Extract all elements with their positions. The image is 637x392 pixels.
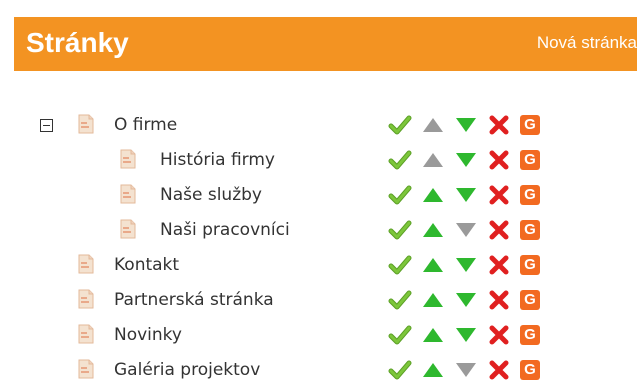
google-icon[interactable]: G — [520, 185, 540, 205]
google-letter: G — [524, 186, 536, 203]
checkmark-icon[interactable] — [388, 148, 412, 172]
google-icon[interactable]: G — [520, 360, 540, 380]
checkmark-icon[interactable] — [388, 218, 412, 242]
google-letter: G — [524, 151, 536, 168]
page-actions: G — [388, 183, 588, 207]
page-icon — [78, 359, 94, 379]
checkmark-icon[interactable] — [388, 288, 412, 312]
checkmark-icon[interactable] — [388, 323, 412, 347]
google-letter: G — [524, 221, 536, 238]
page-icon — [78, 114, 94, 134]
page-row: Novinky G — [0, 322, 637, 357]
page-row: Naši pracovníci G — [0, 217, 637, 252]
google-letter: G — [524, 361, 536, 378]
google-letter: G — [524, 326, 536, 343]
google-letter: G — [524, 256, 536, 273]
delete-icon[interactable] — [487, 323, 511, 347]
google-icon[interactable]: G — [520, 325, 540, 345]
page-row: O firme G — [0, 112, 637, 147]
checkmark-icon[interactable] — [388, 358, 412, 382]
arrow-up-icon — [421, 113, 445, 137]
page-icon — [120, 184, 136, 204]
page-row: Partnerská stránka G — [0, 287, 637, 322]
page-tree: O firme G História firmy G Naše služby G Naši … — [0, 112, 637, 392]
page-icon — [78, 324, 94, 344]
arrow-down-icon[interactable] — [454, 148, 478, 172]
page-actions: G — [388, 288, 588, 312]
page-label[interactable]: Naši pracovníci — [160, 217, 290, 243]
page-label[interactable]: O firme — [114, 112, 177, 138]
page-header: Stránky Nová stránka — [14, 17, 637, 71]
page-icon — [78, 289, 94, 309]
page-row: Galéria projektov G — [0, 357, 637, 392]
arrow-up-icon[interactable] — [421, 358, 445, 382]
arrow-down-icon[interactable] — [454, 323, 478, 347]
arrow-down-icon — [454, 358, 478, 382]
delete-icon[interactable] — [487, 148, 511, 172]
checkmark-icon[interactable] — [388, 253, 412, 277]
page-label[interactable]: Partnerská stránka — [114, 287, 274, 313]
page-row: Naše služby G — [0, 182, 637, 217]
page-actions: G — [388, 253, 588, 277]
arrow-down-icon[interactable] — [454, 253, 478, 277]
arrow-down-icon — [454, 218, 478, 242]
page-row: História firmy G — [0, 147, 637, 182]
arrow-down-icon[interactable] — [454, 288, 478, 312]
delete-icon[interactable] — [487, 113, 511, 137]
page-actions: G — [388, 113, 588, 137]
arrow-up-icon[interactable] — [421, 323, 445, 347]
page-actions: G — [388, 323, 588, 347]
arrow-up-icon[interactable] — [421, 218, 445, 242]
arrow-up-icon[interactable] — [421, 288, 445, 312]
google-icon[interactable]: G — [520, 115, 540, 135]
delete-icon[interactable] — [487, 218, 511, 242]
checkmark-icon[interactable] — [388, 183, 412, 207]
google-icon[interactable]: G — [520, 255, 540, 275]
google-icon[interactable]: G — [520, 220, 540, 240]
google-icon[interactable]: G — [520, 290, 540, 310]
delete-icon[interactable] — [487, 358, 511, 382]
google-letter: G — [524, 291, 536, 308]
delete-icon[interactable] — [487, 183, 511, 207]
arrow-up-icon — [421, 148, 445, 172]
new-page-link[interactable]: Nová stránka — [537, 31, 637, 55]
page-actions: G — [388, 358, 588, 382]
page-label[interactable]: Galéria projektov — [114, 357, 260, 383]
checkmark-icon[interactable] — [388, 113, 412, 137]
page-label[interactable]: Novinky — [114, 322, 182, 348]
page-icon — [78, 254, 94, 274]
delete-icon[interactable] — [487, 253, 511, 277]
page-icon — [120, 219, 136, 239]
page-icon — [120, 149, 136, 169]
google-letter: G — [524, 116, 536, 133]
page-actions: G — [388, 148, 588, 172]
page-label[interactable]: História firmy — [160, 147, 275, 173]
page-row: Kontakt G — [0, 252, 637, 287]
delete-icon[interactable] — [487, 288, 511, 312]
page-label[interactable]: Kontakt — [114, 252, 179, 278]
collapse-toggle-icon[interactable] — [40, 119, 53, 132]
arrow-up-icon[interactable] — [421, 183, 445, 207]
page-actions: G — [388, 218, 588, 242]
arrow-up-icon[interactable] — [421, 253, 445, 277]
page-title: Stránky — [26, 27, 129, 58]
arrow-down-icon[interactable] — [454, 183, 478, 207]
arrow-down-icon[interactable] — [454, 113, 478, 137]
page-label[interactable]: Naše služby — [160, 182, 262, 208]
google-icon[interactable]: G — [520, 150, 540, 170]
